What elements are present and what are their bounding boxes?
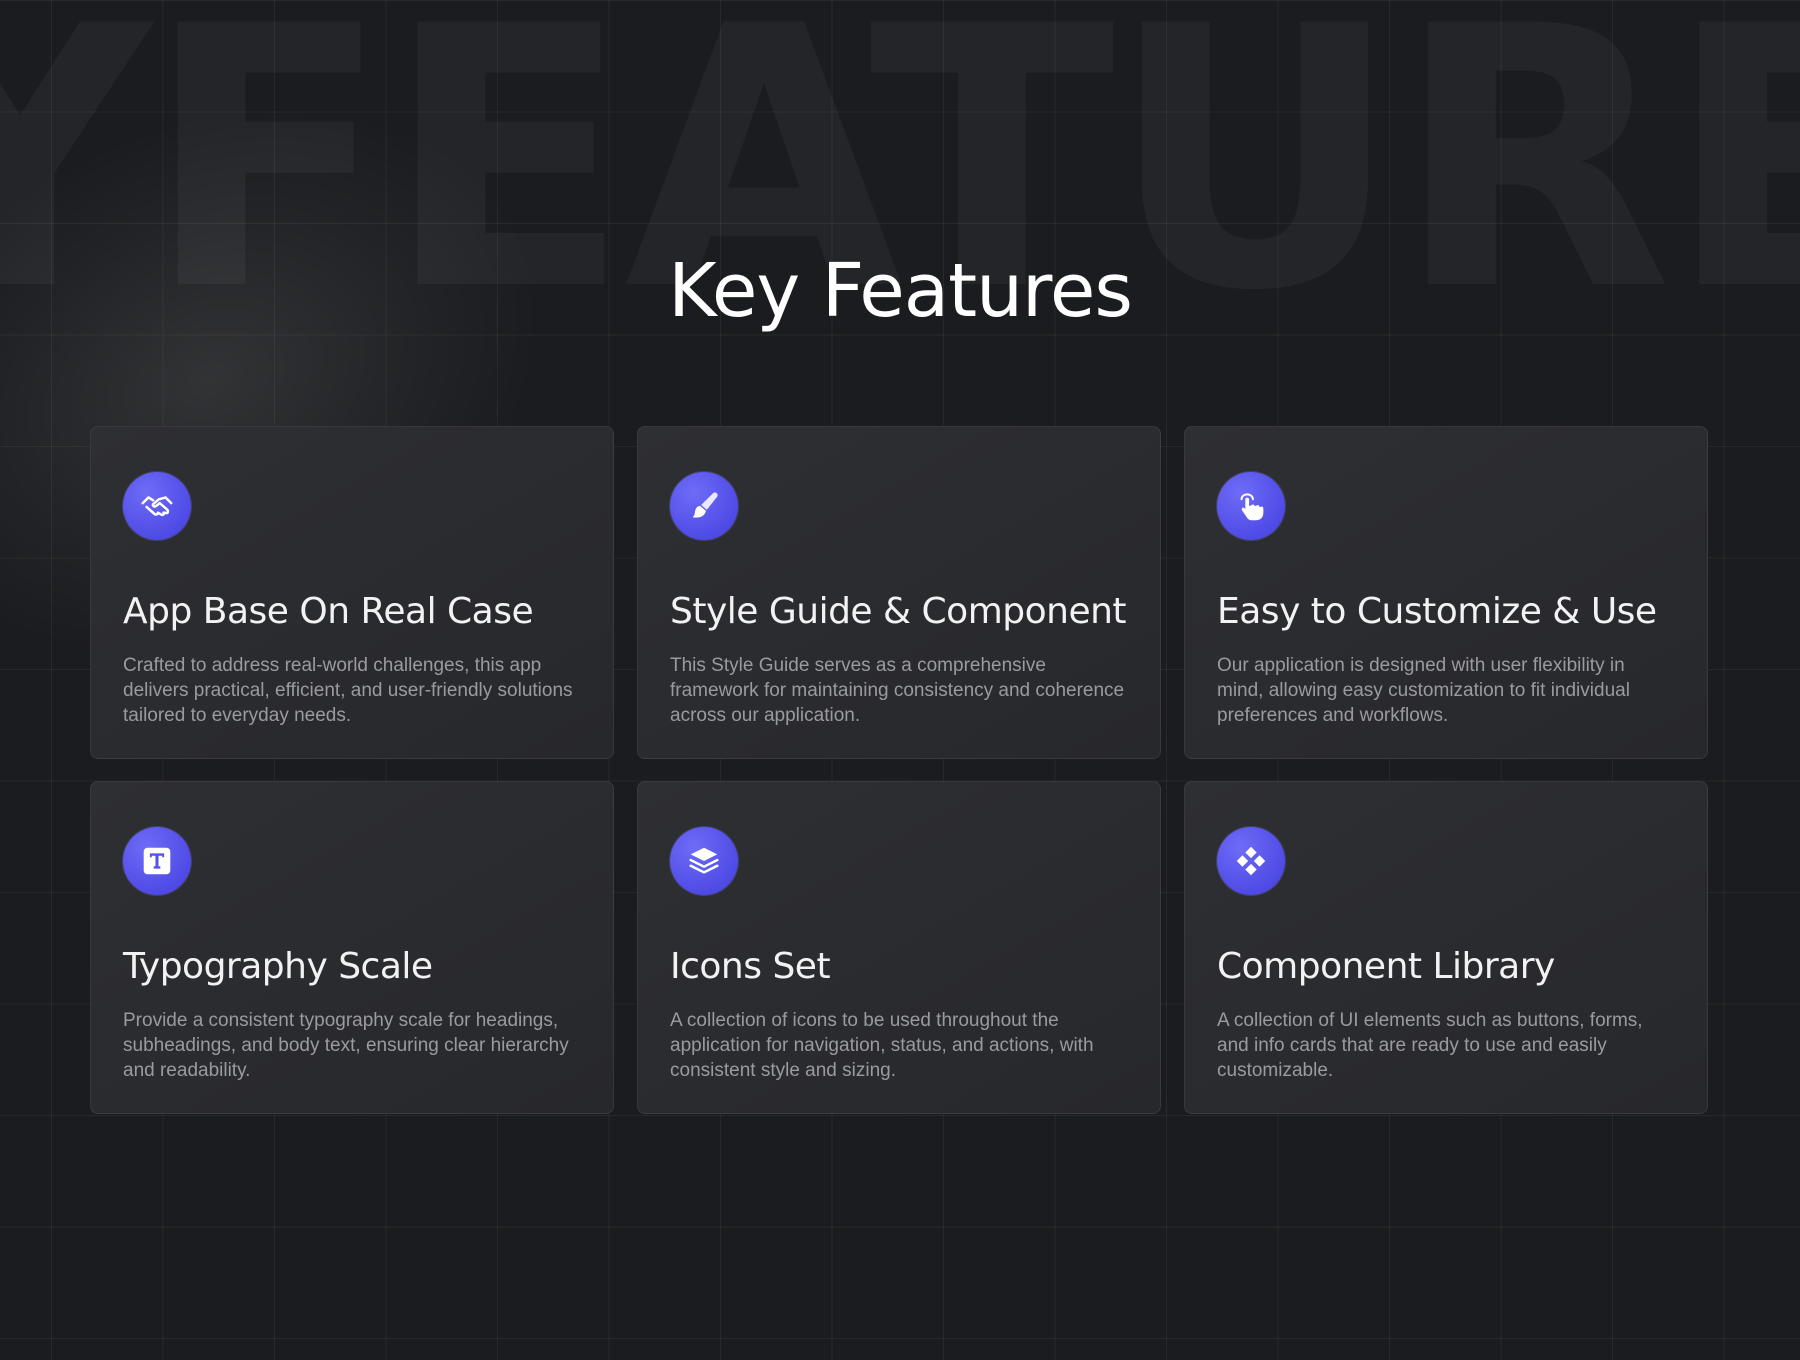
feature-description: Provide a consistent typography scale fo… bbox=[123, 1010, 569, 1082]
pointer-hand-icon bbox=[1217, 472, 1285, 540]
feature-title: Icons Set bbox=[670, 946, 831, 987]
feature-card-app-base: App Base On Real Case Crafted to address… bbox=[90, 426, 614, 759]
feature-description: A collection of icons to be used through… bbox=[670, 1010, 1094, 1082]
feature-title: Easy to Customize & Use bbox=[1217, 591, 1657, 632]
handshake-icon bbox=[123, 472, 191, 540]
feature-description: Crafted to address real-world challenges… bbox=[123, 655, 573, 727]
typography-icon bbox=[123, 827, 191, 895]
feature-card-customize: Easy to Customize & Use Our application … bbox=[1184, 426, 1708, 759]
page-title: Key Features bbox=[668, 248, 1133, 334]
feature-card-style-guide: Style Guide & Component This Style Guide… bbox=[637, 426, 1161, 759]
feature-card-component-library: Component Library A collection of UI ele… bbox=[1184, 781, 1708, 1114]
feature-card-icons-set: Icons Set A collection of icons to be us… bbox=[637, 781, 1161, 1114]
component-icon bbox=[1217, 827, 1285, 895]
feature-description: A collection of UI elements such as butt… bbox=[1217, 1010, 1643, 1082]
feature-description: Our application is designed with user fl… bbox=[1217, 655, 1630, 727]
feature-title: Component Library bbox=[1217, 946, 1555, 987]
feature-description: This Style Guide serves as a comprehensi… bbox=[670, 655, 1125, 727]
layers-icon bbox=[670, 827, 738, 895]
feature-title: Typography Scale bbox=[123, 946, 433, 987]
features-grid: App Base On Real Case Crafted to address… bbox=[90, 426, 1709, 1114]
paintbrush-icon bbox=[670, 472, 738, 540]
feature-card-typography: Typography Scale Provide a consistent ty… bbox=[90, 781, 614, 1114]
feature-title: App Base On Real Case bbox=[123, 591, 534, 632]
feature-title: Style Guide & Component bbox=[670, 591, 1127, 632]
